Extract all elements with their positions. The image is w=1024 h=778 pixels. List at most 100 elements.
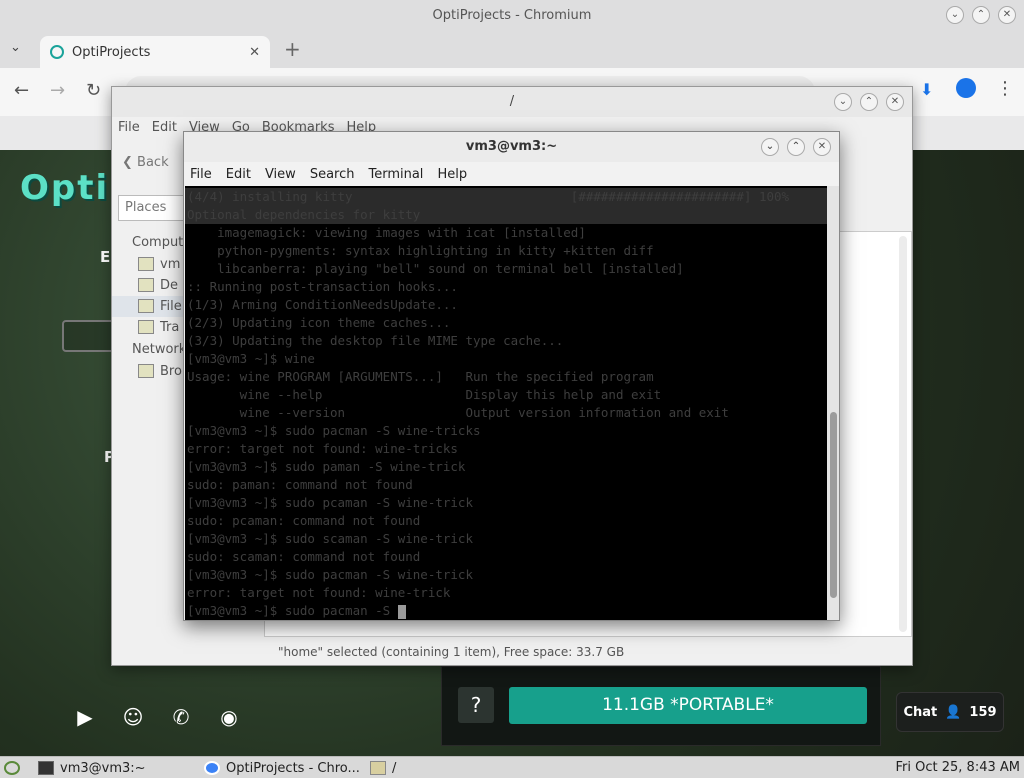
status-bar: "home" selected (containing 1 item), Fre… bbox=[278, 645, 625, 659]
taskbar-item-label: OptiProjects - Chro... bbox=[226, 760, 360, 776]
menu-file[interactable]: File bbox=[118, 120, 140, 135]
terminal-line: [vm3@vm3 ~]$ sudo pcaman -S wine-trick bbox=[185, 494, 827, 512]
terminal-scroll-thumb[interactable] bbox=[830, 412, 837, 598]
taskbar-item-file-manager[interactable]: / bbox=[370, 757, 396, 778]
maximize-button[interactable]: ⌃ bbox=[972, 6, 990, 24]
window-title: OptiProjects - Chromium bbox=[432, 8, 592, 23]
terminal-line: [vm3@vm3 ~]$ sudo paman -S wine-trick bbox=[185, 458, 827, 476]
terminal-line: (4/4) installing kitty [################… bbox=[185, 188, 827, 206]
chat-count: 159 bbox=[969, 704, 997, 720]
site-heading-fragment: E bbox=[100, 248, 111, 266]
chat-label: Chat bbox=[903, 704, 938, 720]
terminal-line-text: python-pygments: syntax highlighting in … bbox=[187, 243, 654, 258]
menu-view[interactable]: View bbox=[265, 167, 296, 182]
network-icon bbox=[138, 364, 154, 378]
download-portable-button[interactable]: 11.1GB *PORTABLE* bbox=[509, 687, 867, 724]
terminal-line-text: sudo: paman: command not found bbox=[187, 477, 413, 492]
terminal-line-text: wine --version Output version informatio… bbox=[187, 405, 729, 420]
terminal-line-text: (2/3) Updating icon theme caches... bbox=[187, 315, 451, 330]
terminal-line-text: [vm3@vm3 ~]$ sudo pacman -S bbox=[187, 603, 391, 618]
terminal-menubar: File Edit View Search Terminal Help bbox=[184, 162, 839, 186]
file-list-scrollbar[interactable] bbox=[899, 236, 907, 632]
radio-icon[interactable]: ◉ bbox=[214, 705, 244, 729]
terminal-line: Usage: wine PROGRAM [ARGUMENTS...] Run t… bbox=[185, 368, 827, 386]
tab-search-button[interactable]: ⌄ bbox=[10, 40, 21, 55]
terminal-scrollbar[interactable] bbox=[827, 186, 839, 620]
profile-icon[interactable] bbox=[956, 78, 976, 98]
maximize-button[interactable]: ⌃ bbox=[787, 138, 805, 156]
terminal-line: imagemagick: viewing images with icat [i… bbox=[185, 224, 827, 242]
terminal-line-text: libcanberra: playing "bell" sound on ter… bbox=[187, 261, 684, 276]
reload-icon[interactable]: ↻ bbox=[86, 80, 101, 101]
terminal-line-text: error: target not found: wine-trick bbox=[187, 585, 451, 600]
menu-help[interactable]: Help bbox=[437, 167, 467, 182]
minimize-button[interactable]: ⌄ bbox=[761, 138, 779, 156]
close-button[interactable]: ✕ bbox=[998, 6, 1016, 24]
social-links: ▶ ☺ ✆ ◉ bbox=[70, 705, 244, 729]
terminal-line-text: [vm3@vm3 ~]$ wine bbox=[187, 351, 315, 366]
terminal-line-text: Usage: wine PROGRAM [ARGUMENTS...] Run t… bbox=[187, 369, 654, 384]
maximize-button[interactable]: ⌃ bbox=[860, 93, 878, 111]
chat-button[interactable]: Chat 👤 159 bbox=[896, 692, 1004, 732]
close-button[interactable]: ✕ bbox=[813, 138, 831, 156]
taskbar-item-chromium[interactable]: OptiProjects - Chro... bbox=[204, 757, 360, 778]
terminal-window: vm3@vm3:~ ⌄ ⌃ ✕ File Edit View Search Te… bbox=[183, 131, 840, 621]
file-manager-title: / bbox=[509, 94, 515, 109]
new-tab-button[interactable]: + bbox=[284, 37, 301, 61]
terminal-line-text: sudo: scaman: command not found bbox=[187, 549, 421, 564]
user-icon: 👤 bbox=[945, 704, 962, 720]
sidebar-item-label: vm bbox=[160, 257, 181, 272]
help-button[interactable]: ? bbox=[458, 687, 494, 723]
menu-terminal[interactable]: Terminal bbox=[368, 167, 423, 182]
drive-icon bbox=[138, 299, 154, 313]
sidebar-item-label: File bbox=[160, 299, 182, 314]
menu-edit[interactable]: Edit bbox=[226, 167, 251, 182]
minimize-button[interactable]: ⌄ bbox=[946, 6, 964, 24]
taskbar: vm3@vm3:~ OptiProjects - Chro... / Fri O… bbox=[0, 756, 1024, 778]
terminal-line-text: Optional dependencies for kitty bbox=[187, 207, 421, 222]
forward-arrow-icon[interactable]: → bbox=[50, 80, 65, 101]
kebab-menu-icon[interactable]: ⋮ bbox=[996, 78, 1014, 99]
terminal-output[interactable]: (4/4) installing kitty [################… bbox=[185, 186, 827, 620]
clock[interactable]: Fri Oct 25, 8:43 AM bbox=[896, 757, 1020, 778]
terminal-line-text: :: Running post-transaction hooks... bbox=[187, 279, 458, 294]
terminal-line-text: [vm3@vm3 ~]$ sudo pacman -S wine-trick bbox=[187, 567, 473, 582]
menu-file[interactable]: File bbox=[190, 167, 212, 182]
terminal-line-text: [vm3@vm3 ~]$ sudo pacman -S wine-tricks bbox=[187, 423, 481, 438]
menu-search[interactable]: Search bbox=[310, 167, 355, 182]
window-controls: ⌄ ⌃ ✕ bbox=[834, 93, 904, 111]
terminal-line-text: (3/3) Updating the desktop file MIME typ… bbox=[187, 333, 564, 348]
terminal-line: [vm3@vm3 ~]$ sudo pacman -S bbox=[185, 602, 827, 620]
whatsapp-icon[interactable]: ✆ bbox=[166, 705, 196, 729]
taskbar-item-label: vm3@vm3:~ bbox=[60, 760, 146, 776]
terminal-line: libcanberra: playing "bell" sound on ter… bbox=[185, 260, 827, 278]
back-label: Back bbox=[137, 155, 169, 170]
terminal-lines: (4/4) installing kitty [################… bbox=[185, 186, 827, 620]
back-button[interactable]: ❮ Back bbox=[122, 155, 169, 170]
download-icon[interactable]: ⬇ bbox=[920, 80, 933, 99]
sidebar-item-label: Bro bbox=[160, 364, 182, 379]
terminal-titlebar: vm3@vm3:~ ⌄ ⌃ ✕ bbox=[184, 132, 839, 162]
menu-logo-icon bbox=[4, 761, 20, 775]
terminal-line-text: sudo: pcaman: command not found bbox=[187, 513, 421, 528]
taskbar-item-terminal[interactable]: vm3@vm3:~ bbox=[38, 757, 146, 778]
minimize-button[interactable]: ⌄ bbox=[834, 93, 852, 111]
download-panel: ? 11.1GB *PORTABLE* bbox=[441, 666, 881, 746]
discord-icon[interactable]: ☺ bbox=[118, 705, 148, 729]
youtube-icon[interactable]: ▶ bbox=[70, 705, 100, 729]
sidebar-item-label: Tra bbox=[160, 320, 180, 335]
tab-optiprojects[interactable]: OptiProjects ✕ bbox=[40, 36, 270, 68]
terminal-line: sudo: pcaman: command not found bbox=[185, 512, 827, 530]
tab-close-icon[interactable]: ✕ bbox=[249, 45, 260, 60]
back-arrow-icon[interactable]: ← bbox=[14, 80, 29, 101]
terminal-line: [vm3@vm3 ~]$ sudo scaman -S wine-trick bbox=[185, 530, 827, 548]
terminal-line: [vm3@vm3 ~]$ wine bbox=[185, 350, 827, 368]
terminal-line-text: (4/4) installing kitty [################… bbox=[187, 189, 790, 204]
terminal-line: :: Running post-transaction hooks... bbox=[185, 278, 827, 296]
terminal-line-text: [vm3@vm3 ~]$ sudo scaman -S wine-trick bbox=[187, 531, 473, 546]
menu-edit[interactable]: Edit bbox=[152, 120, 177, 135]
terminal-line: [vm3@vm3 ~]$ sudo pacman -S wine-trick bbox=[185, 566, 827, 584]
app-menu-button[interactable] bbox=[4, 757, 20, 778]
home-folder-icon bbox=[138, 257, 154, 271]
close-button[interactable]: ✕ bbox=[886, 93, 904, 111]
